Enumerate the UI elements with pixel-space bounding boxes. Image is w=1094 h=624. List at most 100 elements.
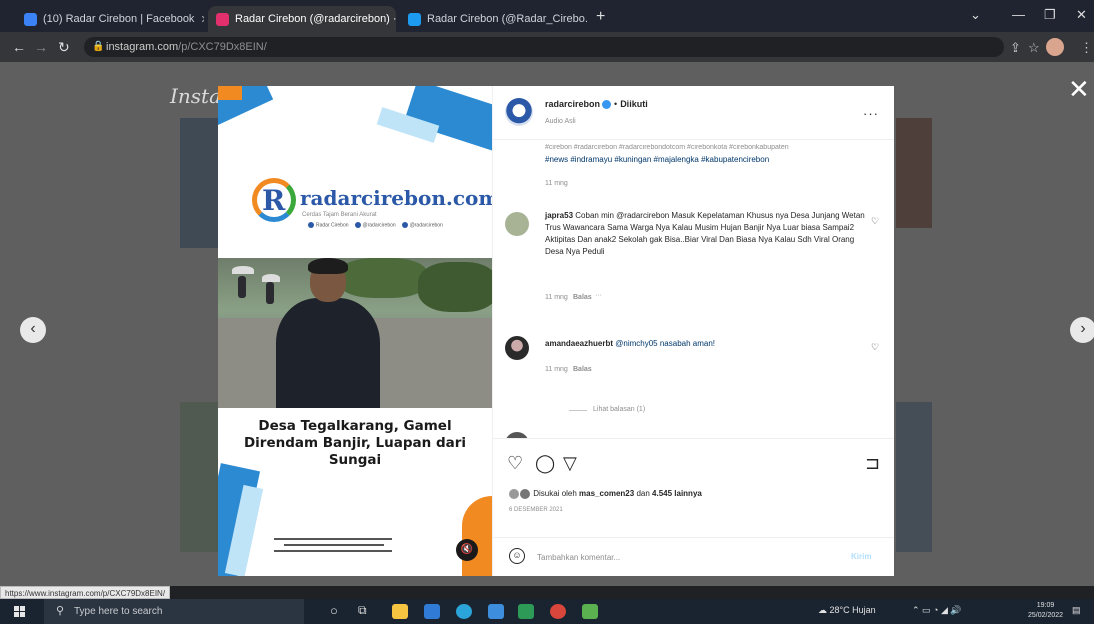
likes-count[interactable]: 4.545 lainnya [652,489,702,498]
search-icon: ⚲ [56,605,65,617]
facebook-favicon-icon [24,12,37,26]
comment-reply-button[interactable]: Balas [573,294,592,301]
taskbar-clock[interactable]: 19:09 25/02/2022 [1028,601,1063,621]
post-comment-button[interactable]: Kirim [851,552,871,561]
browser-menu-icon[interactable]: ⋮ [1080,40,1093,56]
caption-hashtags[interactable]: #news #indramayu #kuningan #majalengka #… [545,154,865,166]
save-bookmark-icon[interactable]: ⊐ [865,453,880,474]
post-date: 6 DESEMBER 2021 [509,507,563,513]
share-paper-plane-icon[interactable]: ▽ [563,453,577,474]
profile-avatar[interactable] [1046,38,1064,56]
tab-label: (10) Radar Cirebon | Facebook [43,13,195,25]
cortana-icon[interactable]: ○ [330,603,338,618]
app-icon[interactable] [582,604,598,619]
comment-input[interactable] [537,548,827,566]
clock-date: 25/02/2022 [1028,612,1064,619]
author-avatar[interactable] [505,98,533,126]
instagram-logo: Insta [170,84,222,108]
share-icon[interactable]: ⇪ [1010,40,1021,56]
comment-text: Coban min @radarcirebon Masuk Kepelatama… [545,211,865,256]
taskbar-search-box[interactable]: ⚲ Type here to search [44,599,304,624]
likes-user[interactable]: mas_comen23 [579,489,634,498]
tab-twitter[interactable]: Radar Cirebon (@Radar_Cirebo... ✕ [400,6,588,32]
task-view-icon[interactable]: ⧉ [358,603,367,618]
tab-facebook[interactable]: (10) Radar Cirebon | Facebook ✕ [16,6,204,32]
new-tab-button[interactable]: + [596,8,605,26]
photo-person [266,282,274,304]
bookmark-star-icon[interactable]: ☆ [1028,40,1040,56]
audio-label[interactable]: Audio Asli [545,118,576,125]
commenter-avatar[interactable] [505,212,529,236]
minimize-icon[interactable]: — [1012,7,1025,22]
post-header: radarcirebon • Diikuti Audio Asli ··· [493,86,894,140]
likes-mid: dan [636,489,650,499]
comment-more-icon[interactable]: ··· [595,292,602,299]
view-replies-button[interactable]: Lihat balasan (1) [593,406,645,413]
notifications-icon[interactable]: ▤ [1072,605,1081,616]
edge-icon[interactable] [456,604,472,619]
chrome-icon[interactable] [550,604,566,619]
background-post-thumb [896,118,932,228]
news-photo [218,258,492,408]
post-sidebar: radarcirebon • Diikuti Audio Asli ··· #cir… [492,86,894,576]
address-toolbar: ← → ↻ 🔒 instagram.com/p/CXC79Dx8EIN/ ⇪ ☆… [0,32,1094,62]
system-tray-icons[interactable]: ⌃ ▭ ◔ ◢ 🔊 [912,605,962,616]
comment-time[interactable]: 11 mng [545,294,568,301]
comment-username[interactable]: amandaeazhuerbt [545,339,613,348]
url-path: /p/CXC79Dx8EIN/ [178,41,267,53]
clock-time: 19:09 [1036,602,1055,609]
tab-close-icon[interactable]: ✕ [200,13,204,26]
decor-shape [462,496,492,576]
tab-instagram[interactable]: Radar Cirebon (@radarcirebon) · ✕ [208,6,396,32]
comment-like-icon[interactable]: ♡ [871,216,879,227]
emoji-icon[interactable]: ☺ [509,548,525,564]
forward-arrow-icon[interactable]: → [34,39,48,55]
close-modal-icon[interactable]: ✕ [1068,74,1090,105]
comment-body: amandaeazhuerbt @nimchy05 nasabah aman! [545,338,865,350]
likes-summary[interactable]: Disukai oleh mas_comen23 dan 4.545 lainn… [509,489,702,499]
commenter-avatar[interactable] [505,336,529,360]
logo-socials: Radar Cirebon @radarcirebon @radarcirebo… [308,222,443,228]
photo-umbrella [232,266,254,274]
like-heart-icon[interactable]: ♡ [507,453,523,474]
author-username[interactable]: radarcirebon [545,99,600,109]
comment-like-icon[interactable]: ♡ [871,342,879,353]
url-bar[interactable]: 🔒 instagram.com/p/CXC79Dx8EIN/ [84,37,1004,57]
follow-status-button[interactable]: Diikuti [620,99,648,109]
background-post-thumb [180,118,220,248]
windows-start-icon[interactable] [14,606,26,618]
excel-icon[interactable] [518,604,534,619]
mail-icon[interactable] [488,604,504,619]
tab-search-icon[interactable]: ⌄ [970,7,981,23]
more-options-icon[interactable]: ··· [863,106,879,121]
file-explorer-icon[interactable] [392,604,408,619]
twitter-favicon-icon [408,12,421,26]
comment-username[interactable]: japra53 [545,211,573,220]
mute-toggle-icon[interactable]: 🔇 [456,539,478,561]
comment-time[interactable]: 11 mng [545,366,568,373]
post-media[interactable]: R radarcirebon.com Cerdas Tajam Berani A… [218,86,492,576]
background-post-thumb [896,402,932,552]
comments-list[interactable]: #cirebon #radarcirebon #radarcirebondotc… [493,140,894,438]
photo-person [238,276,246,298]
comment-reply-button[interactable]: Balas [573,366,592,373]
photo-tree [338,258,428,298]
verified-badge-icon [602,100,612,110]
back-arrow-icon[interactable]: ← [12,39,26,55]
window-close-icon[interactable]: ✕ [1076,7,1087,23]
logo-text: radarcirebon.com [300,186,492,210]
store-icon[interactable] [424,604,440,619]
headline-line: Direndam Banjir, Luapan dari Sungai [243,435,467,468]
logo-social: @radarcirebon [355,222,396,228]
taskbar: ⚲ Type here to search ○ ⧉ ☁ 28°C Hujan ⌃… [0,599,1094,624]
reload-icon[interactable]: ↻ [58,39,70,56]
next-post-button[interactable]: › [1070,317,1094,343]
weather-widget[interactable]: ☁ 28°C Hujan [818,605,876,616]
comment-bubble-icon[interactable]: ◯ [535,453,555,474]
post-actions: ♡ ◯ ▽ ⊐ Disukai oleh mas_comen23 dan 4.5… [493,438,894,576]
instagram-favicon-icon [216,12,229,26]
caption-time[interactable]: 11 mng [545,180,568,187]
previous-post-button[interactable]: ‹ [20,317,46,343]
tab-label: Radar Cirebon (@radarcirebon) · [235,13,396,25]
restore-icon[interactable]: ❐ [1044,7,1056,23]
